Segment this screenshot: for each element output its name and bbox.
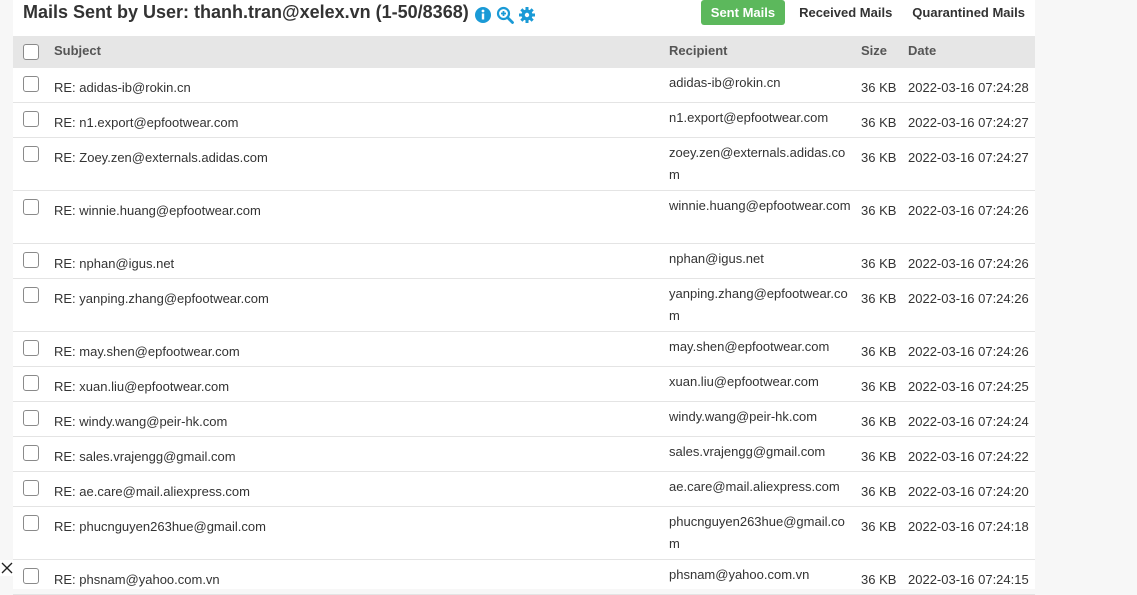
column-header-date[interactable]: Date <box>908 43 936 58</box>
recipient-cell: winnie.huang@epfootwear.com <box>669 198 851 213</box>
date-cell: 2022-03-16 07:24:27 <box>908 150 1029 165</box>
subject-cell[interactable]: RE: sales.vrajengg@gmail.com <box>54 446 236 468</box>
recipient-cell: n1.export@epfootwear.com <box>669 110 829 125</box>
row-checkbox[interactable] <box>23 287 39 303</box>
content-panel: Mails Sent by User: thanh.tran@xelex.vn … <box>13 0 1035 595</box>
zoom-in-icon[interactable] <box>496 6 514 24</box>
row-checkbox[interactable] <box>23 568 39 584</box>
table-row[interactable]: RE: adidas-ib@rokin.cn adidas-ib@rokin.c… <box>13 68 1035 103</box>
tab-quarantined-mails[interactable]: Quarantined Mails <box>902 0 1035 25</box>
table-row[interactable]: RE: windy.wang@peir-hk.com windy.wang@pe… <box>13 402 1035 437</box>
mail-tabs: Sent Mails Received Mails Quarantined Ma… <box>700 0 1035 25</box>
subject-cell[interactable]: RE: windy.wang@peir-hk.com <box>54 411 227 433</box>
recipient-cell: ae.care@mail.aliexpress.com <box>669 479 840 494</box>
page-title: Mails Sent by User: thanh.tran@xelex.vn … <box>23 2 469 22</box>
table-row[interactable]: RE: may.shen@epfootwear.com may.shen@epf… <box>13 332 1035 367</box>
size-cell: 36 KB <box>861 291 897 306</box>
size-cell: 36 KB <box>861 379 897 394</box>
size-cell: 36 KB <box>861 203 897 218</box>
subject-cell[interactable]: RE: Zoey.zen@externals.adidas.com <box>54 147 268 169</box>
row-checkbox[interactable] <box>23 76 39 92</box>
close-icon[interactable] <box>0 560 14 576</box>
subject-cell[interactable]: RE: xuan.liu@epfootwear.com <box>54 376 229 398</box>
subject-cell[interactable]: RE: winnie.huang@epfootwear.com <box>54 200 261 222</box>
table-row[interactable]: RE: phucnguyen263hue@gmail.com phucnguye… <box>13 507 1035 560</box>
recipient-cell: adidas-ib@rokin.cn <box>669 75 781 90</box>
size-cell: 36 KB <box>861 572 897 587</box>
column-header-subject[interactable]: Subject <box>54 43 101 58</box>
subject-cell[interactable]: RE: phucnguyen263hue@gmail.com <box>54 516 266 538</box>
date-cell: 2022-03-16 07:24:15 <box>908 572 1029 587</box>
recipient-cell: sales.vrajengg@gmail.com <box>669 444 826 459</box>
size-cell: 36 KB <box>861 256 897 271</box>
size-cell: 36 KB <box>861 115 897 130</box>
recipient-cell: phucnguyen263hue@gmail.com <box>669 514 845 551</box>
subject-cell[interactable]: RE: may.shen@epfootwear.com <box>54 341 240 363</box>
size-cell: 36 KB <box>861 449 897 464</box>
recipient-cell: nphan@igus.net <box>669 251 764 266</box>
row-checkbox[interactable] <box>23 199 39 215</box>
info-icon[interactable] <box>474 6 492 24</box>
table-header: Subject Recipient Size Date <box>13 36 1035 68</box>
row-checkbox[interactable] <box>23 375 39 391</box>
mails-table: Subject Recipient Size Date RE: adidas-i… <box>13 36 1035 595</box>
date-cell: 2022-03-16 07:24:26 <box>908 344 1029 359</box>
size-cell: 36 KB <box>861 150 897 165</box>
recipient-cell: phsnam@yahoo.com.vn <box>669 567 810 582</box>
row-checkbox[interactable] <box>23 410 39 426</box>
row-checkbox[interactable] <box>23 515 39 531</box>
column-header-size[interactable]: Size <box>861 43 887 58</box>
size-cell: 36 KB <box>861 80 897 95</box>
row-checkbox[interactable] <box>23 111 39 127</box>
table-row[interactable]: RE: ae.care@mail.aliexpress.com ae.care@… <box>13 472 1035 507</box>
subject-cell[interactable]: RE: nphan@igus.net <box>54 253 174 275</box>
table-row[interactable]: RE: winnie.huang@epfootwear.com winnie.h… <box>13 191 1035 244</box>
subject-cell[interactable]: RE: ae.care@mail.aliexpress.com <box>54 481 250 503</box>
date-cell: 2022-03-16 07:24:24 <box>908 414 1029 429</box>
date-cell: 2022-03-16 07:24:26 <box>908 203 1029 218</box>
date-cell: 2022-03-16 07:24:20 <box>908 484 1029 499</box>
size-cell: 36 KB <box>861 484 897 499</box>
recipient-cell: yanping.zhang@epfootwear.com <box>669 286 848 323</box>
date-cell: 2022-03-16 07:24:27 <box>908 115 1029 130</box>
subject-cell[interactable]: RE: phsnam@yahoo.com.vn <box>54 569 220 591</box>
date-cell: 2022-03-16 07:24:25 <box>908 379 1029 394</box>
row-checkbox[interactable] <box>23 445 39 461</box>
header-icons <box>474 6 536 24</box>
row-checkbox[interactable] <box>23 252 39 268</box>
date-cell: 2022-03-16 07:24:28 <box>908 80 1029 95</box>
date-cell: 2022-03-16 07:24:26 <box>908 256 1029 271</box>
table-row[interactable]: RE: nphan@igus.net nphan@igus.net 36 KB … <box>13 244 1035 279</box>
table-row[interactable]: RE: sales.vrajengg@gmail.com sales.vraje… <box>13 437 1035 472</box>
date-cell: 2022-03-16 07:24:26 <box>908 291 1029 306</box>
gear-icon[interactable] <box>518 6 536 24</box>
select-all-checkbox[interactable] <box>23 44 39 60</box>
table-row[interactable]: RE: Zoey.zen@externals.adidas.com zoey.z… <box>13 138 1035 191</box>
row-checkbox[interactable] <box>23 340 39 356</box>
date-cell: 2022-03-16 07:24:22 <box>908 449 1029 464</box>
size-cell: 36 KB <box>861 414 897 429</box>
row-checkbox[interactable] <box>23 146 39 162</box>
table-row[interactable]: RE: phsnam@yahoo.com.vn phsnam@yahoo.com… <box>13 560 1035 595</box>
subject-cell[interactable]: RE: adidas-ib@rokin.cn <box>54 77 191 99</box>
table-row[interactable]: RE: yanping.zhang@epfootwear.com yanping… <box>13 279 1035 332</box>
column-header-recipient[interactable]: Recipient <box>669 43 728 58</box>
recipient-cell: zoey.zen@externals.adidas.com <box>669 145 846 182</box>
recipient-cell: xuan.liu@epfootwear.com <box>669 374 819 389</box>
tab-received-mails[interactable]: Received Mails <box>789 0 902 25</box>
recipient-cell: may.shen@epfootwear.com <box>669 339 830 354</box>
tab-sent-mails[interactable]: Sent Mails <box>700 0 786 25</box>
table-row[interactable]: RE: xuan.liu@epfootwear.com xuan.liu@epf… <box>13 367 1035 402</box>
size-cell: 36 KB <box>861 344 897 359</box>
table-row[interactable]: RE: n1.export@epfootwear.com n1.export@e… <box>13 103 1035 138</box>
subject-cell[interactable]: RE: yanping.zhang@epfootwear.com <box>54 288 269 310</box>
row-checkbox[interactable] <box>23 480 39 496</box>
size-cell: 36 KB <box>861 519 897 534</box>
recipient-cell: windy.wang@peir-hk.com <box>669 409 818 424</box>
date-cell: 2022-03-16 07:24:18 <box>908 519 1029 534</box>
subject-cell[interactable]: RE: n1.export@epfootwear.com <box>54 112 238 134</box>
page-header: Mails Sent by User: thanh.tran@xelex.vn … <box>13 0 1035 36</box>
